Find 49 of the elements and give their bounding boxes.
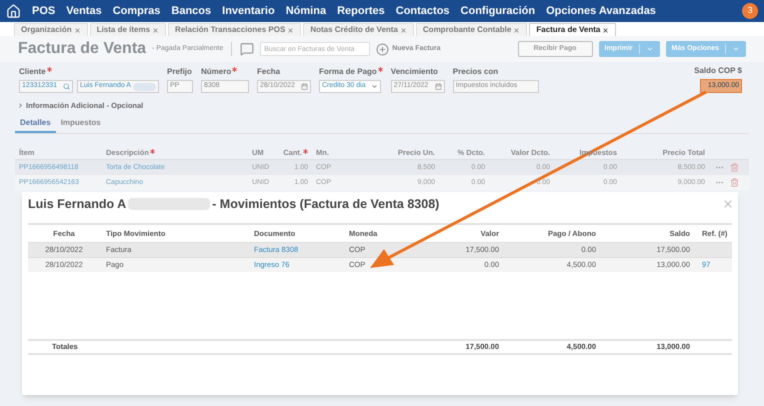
nav-menu-item[interactable]: Opciones Avanzadas <box>546 2 656 20</box>
trash-icon[interactable] <box>730 163 739 172</box>
dialog-title: Luis Fernando A <box>28 196 126 213</box>
document-tab[interactable]: Lista de ítems <box>90 23 166 36</box>
field-label: Forma de Pago <box>319 66 383 78</box>
nav-menu-item[interactable]: Nómina <box>286 2 326 20</box>
notification-badge[interactable]: 3 <box>742 3 758 19</box>
trash-icon[interactable] <box>730 178 739 188</box>
field-label: Vencimiento <box>390 66 439 78</box>
field-label: Número <box>201 66 249 78</box>
document-tab[interactable]: Notas Crédito de Venta <box>303 23 414 36</box>
nav-menu-item[interactable]: Compras <box>112 2 160 20</box>
document-tab[interactable]: Factura de Venta <box>529 23 616 36</box>
nav-menu-item[interactable]: Bancos <box>171 2 212 20</box>
page-title: Factura de Venta <box>18 39 146 59</box>
balance-label: Saldo COP $ <box>694 65 742 77</box>
detail-tab[interactable]: Detalles <box>15 117 56 134</box>
nav-menu-item[interactable]: Reportes <box>337 2 385 20</box>
detail-tab[interactable]: Impuestos <box>56 117 106 134</box>
document-tab[interactable]: Organización <box>14 23 88 36</box>
required-icon <box>303 148 308 154</box>
field-label: Precios con <box>452 66 500 78</box>
field-label: Fecha <box>257 66 282 78</box>
caret-icon <box>371 83 378 90</box>
nav-menu-item[interactable]: Contactos <box>396 2 450 20</box>
close-icon[interactable] <box>602 26 610 34</box>
field-label: Cliente <box>19 66 159 78</box>
nav-menu-item[interactable]: POS <box>32 2 56 20</box>
field-label: Prefijo <box>167 66 193 78</box>
required-icon <box>232 67 238 72</box>
required-icon <box>46 67 52 72</box>
chevron-icon <box>17 102 24 110</box>
add-icon[interactable] <box>376 42 390 56</box>
blurred-block <box>132 82 156 90</box>
caret-icon <box>646 45 654 53</box>
required-icon <box>378 67 383 72</box>
required-icon <box>150 148 155 154</box>
calendar-icon[interactable] <box>434 83 442 90</box>
comment-icon[interactable] <box>240 42 254 56</box>
nav-menu-item[interactable]: Ventas <box>66 2 102 20</box>
dialog-title: - Movimientos (Factura de Venta 8308) <box>212 196 440 213</box>
caret-icon <box>732 45 740 53</box>
home-icon[interactable] <box>6 4 21 18</box>
nav-menu-item[interactable]: Configuración <box>460 2 536 20</box>
document-tab[interactable]: Relación Transacciones POS <box>168 23 302 36</box>
nav-menu-item[interactable]: Inventario <box>222 2 275 20</box>
calendar-icon[interactable] <box>301 83 308 90</box>
document-tab[interactable]: Comprobante Contable <box>416 23 528 36</box>
search-icon[interactable] <box>63 83 70 90</box>
